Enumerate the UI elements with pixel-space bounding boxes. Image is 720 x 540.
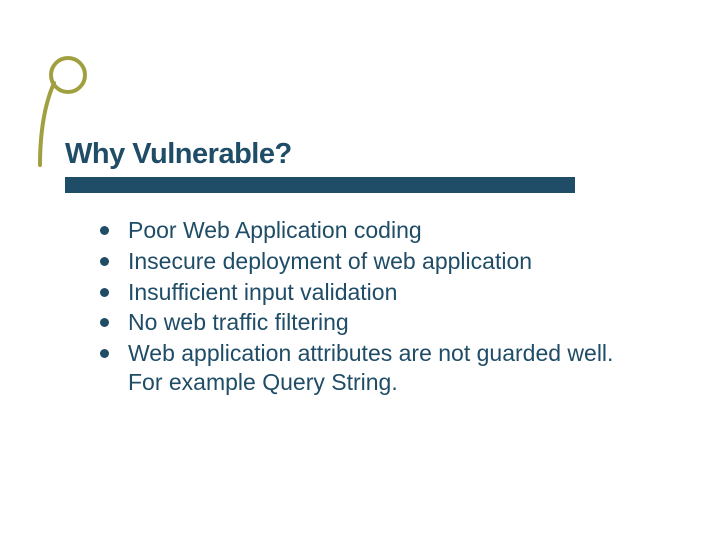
bullet-text: No web traffic filtering [128, 309, 349, 335]
slide: Why Vulnerable? Poor Web Application cod… [0, 0, 720, 540]
bullet-dot-icon [100, 226, 109, 235]
list-item: No web traffic filtering [100, 308, 640, 337]
bullet-text: Web application attributes are not guard… [128, 340, 613, 395]
list-item: Poor Web Application coding [100, 216, 640, 245]
bullet-text: Insufficient input validation [128, 279, 397, 305]
bullet-text: Poor Web Application coding [128, 217, 422, 243]
title-underline-bar [65, 177, 575, 193]
bullet-dot-icon [100, 349, 109, 358]
bullet-text: Insecure deployment of web application [128, 248, 532, 274]
bullet-dot-icon [100, 318, 109, 327]
list-item: Insufficient input validation [100, 278, 640, 307]
bullet-dot-icon [100, 257, 109, 266]
slide-title: Why Vulnerable? [65, 138, 625, 171]
list-item: Insecure deployment of web application [100, 247, 640, 276]
bullet-dot-icon [100, 288, 109, 297]
list-item: Web application attributes are not guard… [100, 339, 640, 397]
title-block: Why Vulnerable? [65, 138, 625, 193]
bullet-list: Poor Web Application coding Insecure dep… [100, 216, 640, 399]
